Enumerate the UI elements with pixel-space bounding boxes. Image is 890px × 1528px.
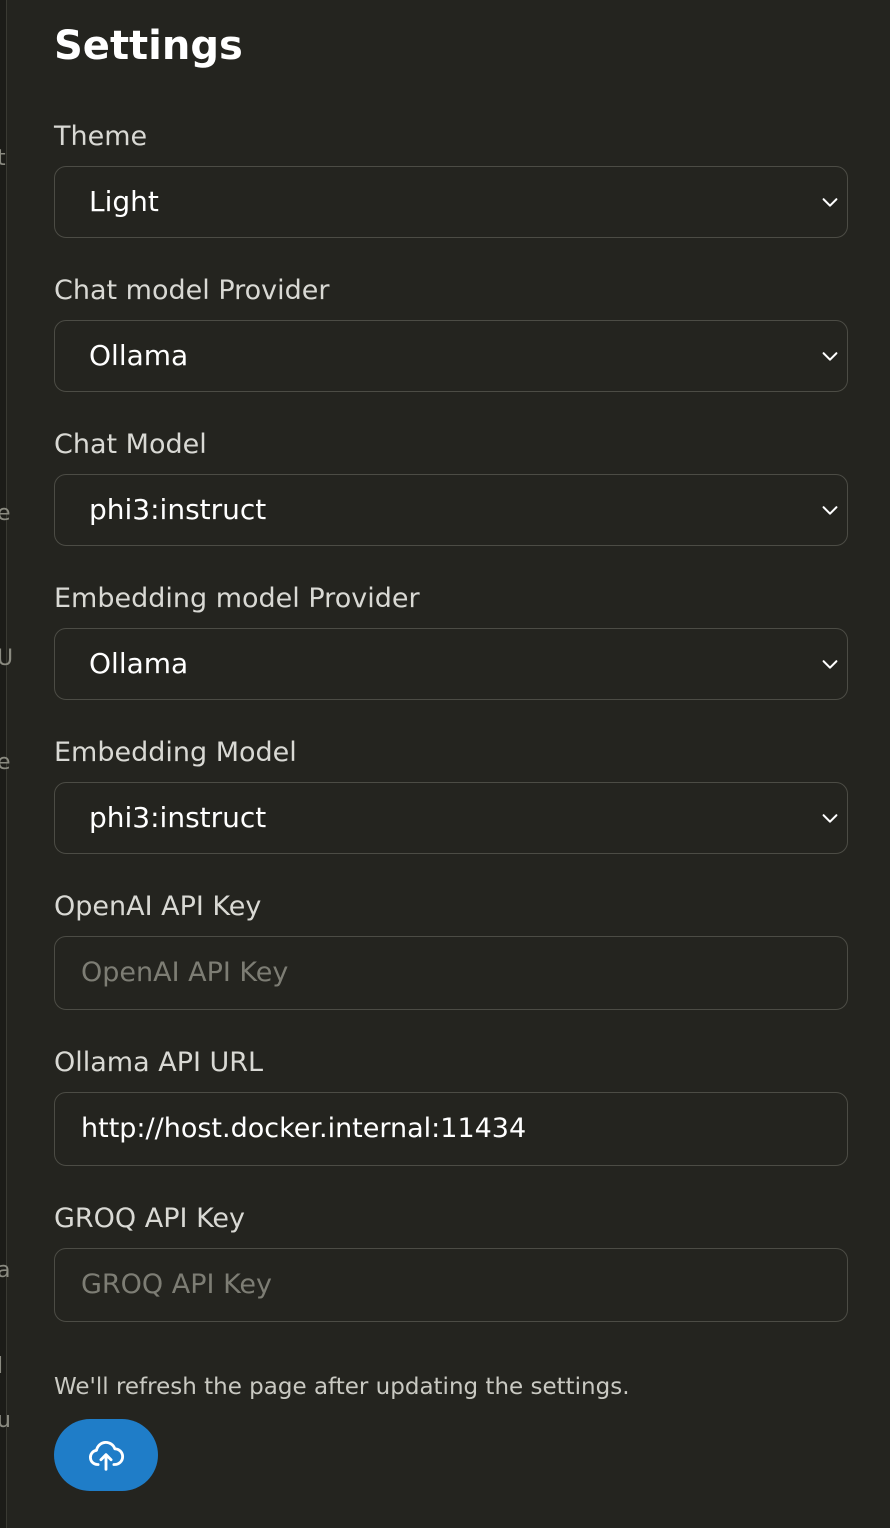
save-settings-button[interactable] bbox=[54, 1419, 158, 1491]
chat-model-select-value: phi3:instruct bbox=[89, 493, 267, 526]
chat-provider-select[interactable]: Ollama bbox=[54, 320, 848, 392]
refresh-note: We'll refresh the page after updating th… bbox=[54, 1374, 630, 1400]
embedding-provider-select[interactable]: Ollama bbox=[54, 628, 848, 700]
chevron-down-icon bbox=[822, 352, 838, 361]
ollama-url-field-box bbox=[54, 1092, 848, 1166]
cloud-upload-icon bbox=[88, 1440, 124, 1471]
chat-provider-select-value: Ollama bbox=[89, 339, 189, 372]
ollama-url-label: Ollama API URL bbox=[54, 1047, 264, 1078]
edge-glyph: u bbox=[0, 1408, 11, 1433]
groq-key-field-box bbox=[54, 1248, 848, 1322]
background-page-edge: t e U e a l u bbox=[0, 0, 13, 1528]
chat-provider-label: Chat model Provider bbox=[54, 275, 330, 306]
theme-label: Theme bbox=[54, 121, 148, 152]
edge-glyph: t bbox=[0, 146, 6, 171]
openai-key-label: OpenAI API Key bbox=[54, 891, 262, 922]
page-title: Settings bbox=[54, 23, 243, 69]
groq-key-label: GROQ API Key bbox=[54, 1203, 246, 1234]
openai-key-field-box bbox=[54, 936, 848, 1010]
embedding-model-select-value: phi3:instruct bbox=[89, 801, 267, 834]
chat-model-label: Chat Model bbox=[54, 429, 207, 460]
embedding-provider-select-value: Ollama bbox=[89, 647, 189, 680]
edge-glyph: l bbox=[0, 1354, 4, 1379]
groq-key-input[interactable] bbox=[81, 1249, 821, 1320]
chevron-down-icon bbox=[822, 660, 838, 669]
edge-glyph: e bbox=[0, 501, 11, 526]
embedding-provider-label: Embedding model Provider bbox=[54, 583, 420, 614]
chevron-down-icon bbox=[822, 198, 838, 207]
chevron-down-icon bbox=[822, 814, 838, 823]
chevron-down-icon bbox=[822, 506, 838, 515]
theme-select[interactable]: Light bbox=[54, 166, 848, 238]
edge-glyph: U bbox=[0, 646, 14, 671]
edge-glyph: e bbox=[0, 750, 11, 775]
embedding-model-select[interactable]: phi3:instruct bbox=[54, 782, 848, 854]
theme-select-value: Light bbox=[89, 185, 159, 218]
openai-key-input[interactable] bbox=[81, 937, 821, 1008]
edge-glyph: a bbox=[0, 1258, 11, 1283]
embedding-model-label: Embedding Model bbox=[54, 737, 297, 768]
ollama-url-input[interactable] bbox=[81, 1093, 821, 1164]
chat-model-select[interactable]: phi3:instruct bbox=[54, 474, 848, 546]
